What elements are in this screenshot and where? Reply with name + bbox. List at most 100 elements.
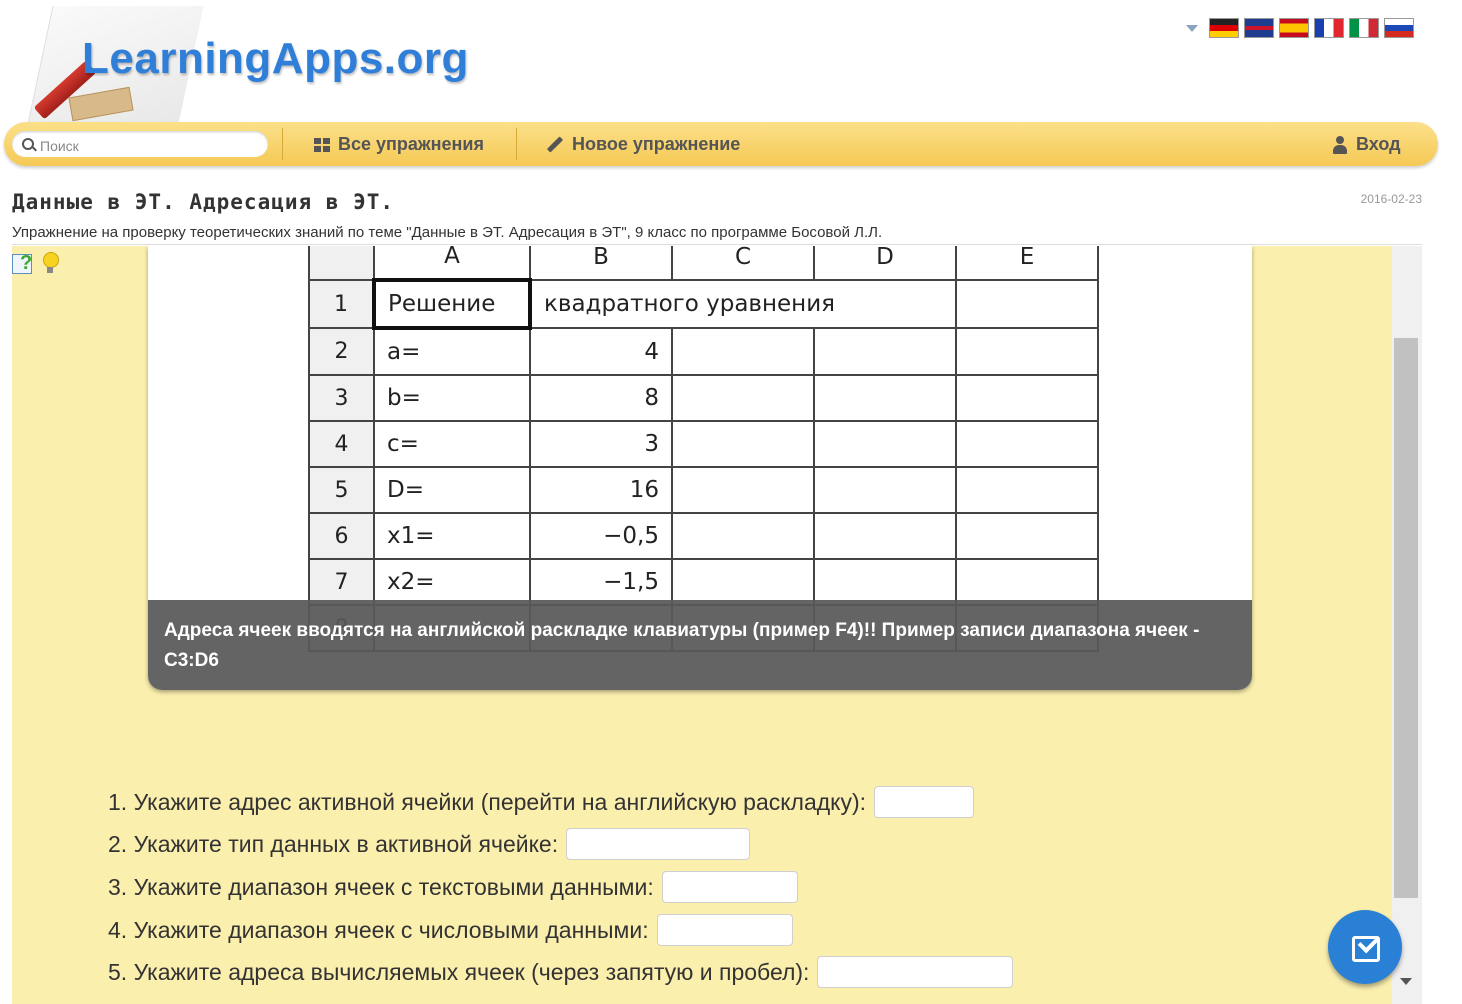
sheet-cell (671, 327, 815, 376)
question-text: 2. Укажите тип данных в активной ячейке: (108, 830, 559, 857)
sheet-row: 7 x2= −1,5 (308, 558, 1099, 606)
sheet-cell: квадратного уравнения (529, 279, 957, 329)
sheet-cell: 3 (529, 420, 673, 468)
question-row: 1. Укажите адрес активной ячейки (перейт… (108, 786, 975, 818)
exercise-area: ? A B C D E 1 Решение квадратного уравне… (12, 246, 1422, 1004)
sheet-cell: a= (373, 327, 531, 376)
site-header: LearningApps.org (0, 0, 1462, 124)
row-header: 1 (308, 279, 375, 329)
corner-cell (308, 246, 375, 281)
row-header: 6 (308, 512, 375, 560)
it-flag-icon[interactable] (1349, 18, 1379, 38)
question-row: 2. Укажите тип данных в активной ячейке: (108, 828, 751, 860)
row-header: 7 (308, 558, 375, 606)
question-text: 3. Укажите диапазон ячеек с текстовыми д… (108, 873, 654, 900)
question-row: 4. Укажите диапазон ячеек с числовыми да… (108, 914, 793, 946)
sheet-cell: −1,5 (529, 558, 673, 606)
spreadsheet-image: A B C D E 1 Решение квадратного уравнени… (308, 246, 1099, 652)
app-date: 2016-02-23 (1360, 192, 1422, 206)
divider (12, 244, 1422, 245)
chevron-down-icon[interactable] (1186, 24, 1198, 32)
sheet-cell (671, 466, 815, 514)
lightbulb-icon[interactable] (42, 252, 59, 274)
sheet-cell: x1= (373, 512, 531, 560)
row-header: 3 (308, 374, 375, 422)
new-exercise-label: Новое упражнение (572, 134, 741, 154)
sheet-row: 1 Решение квадратного уравнения (308, 278, 1099, 330)
sheet-cell (671, 512, 815, 560)
sheet-row: 3 b= 8 (308, 374, 1099, 422)
answer-field[interactable] (817, 956, 1014, 988)
active-cell: Решение (372, 278, 532, 330)
login-label: Вход (1356, 134, 1401, 154)
sheet-cell (671, 374, 815, 422)
pencil-icon (546, 136, 564, 153)
sheet-cell (671, 420, 815, 468)
column-header: A (373, 246, 531, 281)
row-header: 5 (308, 466, 375, 514)
column-header: D (813, 246, 957, 281)
question-text: 5. Укажите адреса вычисляемых ячеек (чер… (108, 958, 810, 985)
uk-flag-icon[interactable] (1244, 18, 1274, 38)
login-link[interactable]: Вход (1332, 134, 1401, 155)
sheet-cell (955, 420, 1099, 468)
column-header: B (529, 246, 673, 281)
column-header: E (955, 246, 1099, 281)
question-text: 4. Укажите диапазон ячеек с числовыми да… (108, 916, 649, 943)
sheet-cell (813, 512, 957, 560)
site-logo[interactable]: LearningApps.org (82, 34, 469, 84)
main-nav-bar: Поиск Все упражнения Новое упражнение Вх… (4, 122, 1438, 166)
task-image-card: A B C D E 1 Решение квадратного уравнени… (148, 246, 1252, 690)
sheet-cell (813, 558, 957, 606)
nav-divider (282, 128, 283, 160)
answer-field[interactable] (874, 786, 975, 818)
sheet-cell (955, 512, 1099, 560)
sheet-cell: −0,5 (529, 512, 673, 560)
sheet-cell (955, 279, 1099, 329)
scroll-down-arrow-icon[interactable] (1400, 978, 1412, 985)
sheet-row: 2 a= 4 (308, 327, 1099, 376)
page-title: Данные в ЭТ. Адресация в ЭТ. (12, 190, 395, 214)
new-exercise-link[interactable]: Новое упражнение (546, 134, 740, 155)
sheet-row: 6 x1= −0,5 (308, 512, 1099, 560)
user-icon (1332, 135, 1348, 154)
sheet-cell: b= (373, 374, 531, 422)
sheet-cell (955, 327, 1099, 376)
help-icon[interactable]: ? (12, 252, 36, 274)
sheet-cell (955, 374, 1099, 422)
search-placeholder: Поиск (40, 138, 79, 154)
column-header: C (671, 246, 815, 281)
row-header: 2 (308, 327, 375, 376)
sheet-row: 4 c= 3 (308, 420, 1099, 468)
answer-field[interactable] (661, 871, 798, 903)
de-flag-icon[interactable] (1209, 18, 1239, 38)
sheet-cell (813, 327, 957, 376)
sheet-cell (671, 558, 815, 606)
check-answers-button[interactable] (1328, 910, 1402, 984)
sheet-cell: 4 (529, 327, 673, 376)
question-text: 1. Укажите адрес активной ячейки (перейт… (108, 788, 867, 815)
sheet-cell: 8 (529, 374, 673, 422)
grid-icon (314, 137, 330, 152)
sheet-cell: c= (373, 420, 531, 468)
nav-divider (516, 128, 517, 160)
es-flag-icon[interactable] (1279, 18, 1309, 38)
sheet-cell (813, 420, 957, 468)
sheet-cell: x2= (373, 558, 531, 606)
sheet-cell: 16 (529, 466, 673, 514)
fr-flag-icon[interactable] (1314, 18, 1344, 38)
sheet-cell (813, 466, 957, 514)
image-caption: Адреса ячеек вводятся на английской раск… (148, 600, 1252, 690)
answer-field[interactable] (566, 828, 751, 860)
question-row: 3. Укажите диапазон ячеек с текстовыми д… (108, 871, 798, 903)
sheet-cell (955, 558, 1099, 606)
column-header-row: A B C D E (308, 246, 1099, 281)
language-selector[interactable] (1186, 18, 1414, 38)
scrollbar-thumb[interactable] (1394, 338, 1418, 898)
all-exercises-link[interactable]: Все упражнения (314, 134, 484, 155)
row-header: 4 (308, 420, 375, 468)
ru-flag-icon[interactable] (1384, 18, 1414, 38)
answer-field[interactable] (656, 914, 793, 946)
search-icon (22, 138, 34, 150)
app-description: Упражнение на проверку теоретических зна… (12, 224, 883, 241)
